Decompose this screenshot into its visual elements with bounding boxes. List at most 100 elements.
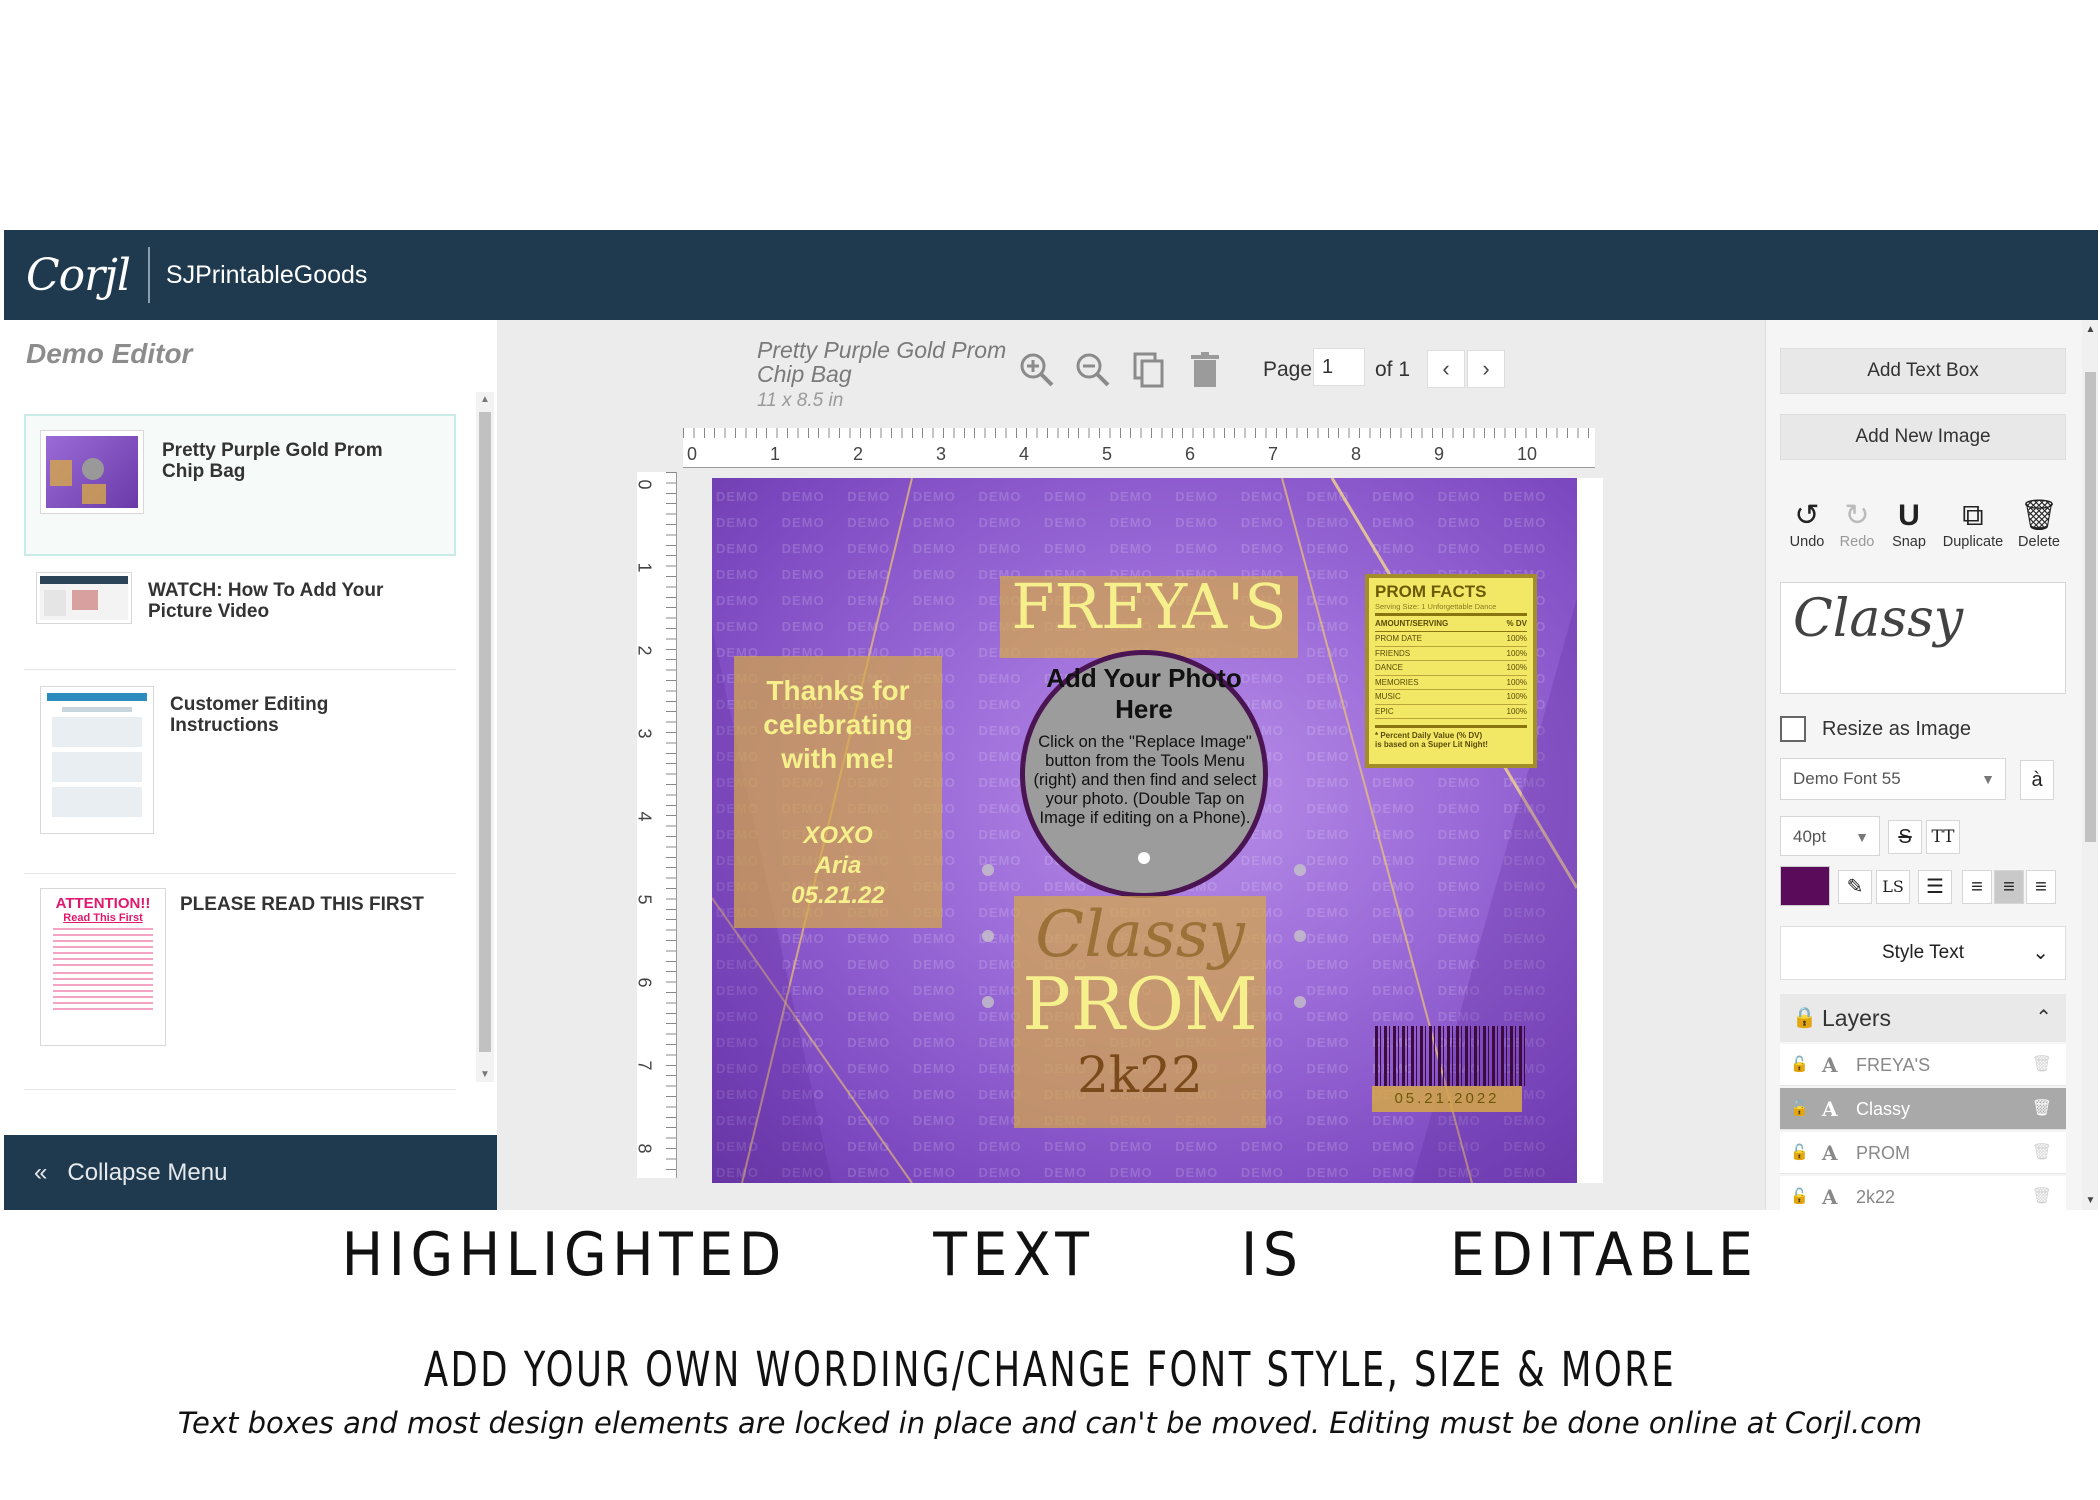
trash-icon[interactable] xyxy=(1185,350,1225,390)
layer-name: FREYA'S xyxy=(1856,1055,1931,1075)
trash-icon[interactable]: 🗑 xyxy=(2032,1176,2052,1210)
line-height-button[interactable]: ☰ xyxy=(1918,870,1952,904)
handle-dot[interactable] xyxy=(1294,930,1306,942)
facts-row: MUSIC 100% xyxy=(1375,690,1527,705)
line-height-icon: ☰ xyxy=(1926,876,1944,898)
font-size-select[interactable]: 40pt ▼ xyxy=(1780,816,1880,856)
barcode-date[interactable]: 05.21.2022 xyxy=(1372,1086,1522,1112)
attention-thumbnail: ATTENTION!! Read This First xyxy=(40,888,166,1046)
delete-label: Delete xyxy=(2018,534,2060,550)
chevron-down-icon: ▼ xyxy=(1981,771,1995,787)
delete-button[interactable]: 🗑 Delete xyxy=(2010,498,2068,550)
zoom-in-icon[interactable] xyxy=(1017,350,1057,390)
page: Corjl SJPrintableGoods Demo Editor ▲ ▼ P… xyxy=(0,0,2100,1500)
ruler-tick-label: 3 xyxy=(634,728,655,739)
xoxo-text[interactable]: XOXO xyxy=(742,822,934,850)
zoom-out-icon[interactable] xyxy=(1073,350,1113,390)
text-color-swatch[interactable] xyxy=(1780,866,1830,906)
layer-item[interactable]: 🔓 A Classy 🗑 xyxy=(1780,1088,2066,1130)
name-text[interactable]: FREYA'S xyxy=(1000,570,1298,643)
font-select[interactable]: Demo Font 55 ▼ xyxy=(1780,758,2006,800)
unlock-icon[interactable]: 🔓 xyxy=(1790,1132,1809,1174)
layer-item[interactable]: 🔓 A PROM 🗑 xyxy=(1780,1132,2066,1174)
align-center-button[interactable]: ≡ xyxy=(1994,870,2024,904)
chip-bag-artwork[interactable]: DEMO DEMO DEMO DEMO DEMO DEMO DEMO DEMO … xyxy=(712,478,1577,1183)
shop-name[interactable]: SJPrintableGoods xyxy=(166,261,368,290)
collapse-menu-button[interactable]: « Collapse Menu xyxy=(4,1135,497,1210)
ruler-tick-label: 10 xyxy=(1517,444,1538,464)
sidebar-scrollbar[interactable]: ▲ ▼ xyxy=(476,392,494,1082)
sidebar-item-editing-instructions[interactable]: Customer Editing Instructions xyxy=(24,670,456,874)
align-right-button[interactable]: ≡ xyxy=(2026,870,2056,904)
corjl-logo[interactable]: Corjl xyxy=(26,250,131,301)
next-page-button[interactable]: › xyxy=(1467,350,1505,388)
facts-value: 100% xyxy=(1506,677,1527,687)
date-text[interactable]: 05.21.22 xyxy=(742,882,934,910)
sidebar-scroll-thumb[interactable] xyxy=(479,412,491,1052)
classy-script-text[interactable]: Classy xyxy=(1014,898,1266,972)
photo-heading: Add Your Photo Here xyxy=(1046,663,1242,724)
scroll-down-icon[interactable]: ▼ xyxy=(2082,1195,2098,1206)
facts-serving: Serving Size: 1 Unforgettable Dance xyxy=(1375,602,1527,616)
tools-scrollbar[interactable]: ▲ ▼ xyxy=(2082,320,2098,1210)
scroll-down-icon[interactable]: ▼ xyxy=(476,1069,494,1080)
prom-facts-label[interactable]: PROM FACTS Serving Size: 1 Unforgettable… xyxy=(1365,574,1537,768)
handle-dot[interactable] xyxy=(1138,852,1150,864)
add-text-box-button[interactable]: Add Text Box xyxy=(1780,348,2066,394)
facts-value: 100% xyxy=(1506,648,1527,658)
year-text[interactable]: 2k22 xyxy=(1014,1046,1266,1104)
handle-dot[interactable] xyxy=(982,996,994,1008)
align-left-button[interactable]: ≡ xyxy=(1962,870,1992,904)
unlock-icon[interactable]: 🔓 xyxy=(1790,1176,1809,1210)
handle-dot[interactable] xyxy=(1294,864,1306,876)
signer-text[interactable]: Aria xyxy=(742,852,934,880)
attention-subtitle: Read This First xyxy=(63,912,143,924)
layer-item[interactable]: 🔓 A 2k22 🗑 xyxy=(1780,1176,2066,1210)
trash-icon[interactable]: 🗑 xyxy=(2032,1132,2052,1174)
unlock-icon[interactable]: 🔓 xyxy=(1790,1044,1809,1086)
scroll-up-icon[interactable]: ▲ xyxy=(476,394,494,405)
ruler-tick-label: 0 xyxy=(687,444,698,464)
logo-divider xyxy=(147,247,150,303)
font-glyph-button[interactable]: à xyxy=(2020,760,2054,800)
ruler-tick-label: 9 xyxy=(1434,444,1445,464)
add-new-image-button[interactable]: Add New Image xyxy=(1780,414,2066,460)
sidebar-item-watch-video[interactable]: WATCH: How To Add Your Picture Video xyxy=(24,556,456,670)
prom-text[interactable]: PROM xyxy=(1014,962,1266,1046)
layer-item[interactable]: 🔓 A FREYA'S 🗑 xyxy=(1780,1044,2066,1086)
copy-icon[interactable] xyxy=(1129,350,1169,390)
scroll-up-icon[interactable]: ▲ xyxy=(2082,324,2098,335)
ruler-tick-label: 2 xyxy=(853,444,864,464)
strikethrough-button[interactable]: S xyxy=(1888,820,1922,854)
tools-scroll-thumb[interactable] xyxy=(2085,372,2096,842)
text-preview-box[interactable]: Classy xyxy=(1780,582,2066,694)
eyedropper-button[interactable]: ✎ xyxy=(1838,870,1872,904)
style-text-dropdown[interactable]: Style Text ⌄ xyxy=(1780,926,2066,980)
caption-note: Text boxes and most design elements are … xyxy=(177,1406,1923,1440)
sidebar-item-chip-bag[interactable]: Pretty Purple Gold Prom Chip Bag xyxy=(24,414,456,556)
text-layer-icon: A xyxy=(1822,1097,1838,1121)
duplicate-button[interactable]: ⧉ Duplicate xyxy=(1936,498,2010,550)
letter-spacing-button[interactable]: LS xyxy=(1876,870,1910,904)
undo-button[interactable]: ↺ Undo xyxy=(1782,498,1832,550)
handle-dot[interactable] xyxy=(1294,996,1306,1008)
resize-as-image-checkbox[interactable] xyxy=(1780,716,1806,742)
trash-icon[interactable]: 🗑 xyxy=(2032,1044,2052,1086)
unlock-icon[interactable]: 🔓 xyxy=(1790,1088,1809,1130)
handle-dot[interactable] xyxy=(982,864,994,876)
align-center-icon: ≡ xyxy=(2003,876,2015,898)
sidebar-item-read-first[interactable]: ATTENTION!! Read This First PLEASE READ … xyxy=(24,874,456,1090)
redo-button[interactable]: ↻ Redo xyxy=(1834,498,1880,550)
facts-value: 100% xyxy=(1506,706,1527,716)
sidebar-list: Pretty Purple Gold Prom Chip Bag WATCH: … xyxy=(24,414,456,1090)
thanks-text[interactable]: Thanks for celebrating with me! xyxy=(742,674,934,776)
facts-header-row: AMOUNT/SERVING % DV xyxy=(1375,616,1527,632)
handle-dot[interactable] xyxy=(982,930,994,942)
snap-button[interactable]: U Snap xyxy=(1884,498,1934,550)
prev-page-button[interactable]: ‹ xyxy=(1427,350,1465,388)
page-number-input[interactable]: 1 xyxy=(1313,348,1365,386)
text-transform-button[interactable]: TT xyxy=(1926,820,1960,854)
redo-label: Redo xyxy=(1839,534,1875,550)
layers-header[interactable]: 🔒 Layers ⌃ xyxy=(1780,994,2066,1042)
trash-icon[interactable]: 🗑 xyxy=(2032,1088,2052,1130)
